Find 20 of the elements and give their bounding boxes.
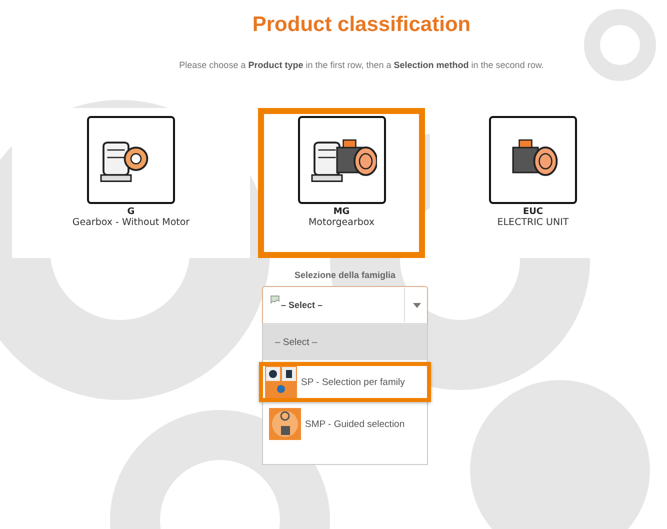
family-icon [265, 366, 297, 398]
product-name: Motorgearbox [308, 217, 375, 228]
product-card[interactable]: MG Motorgearbox [258, 108, 425, 258]
dropdown-option[interactable]: – Select – [263, 324, 427, 360]
dropdown-option[interactable]: SMP - Guided selection [263, 404, 427, 444]
guided-selection-icon [269, 408, 301, 440]
product-code: G [127, 207, 135, 217]
product-name: ELECTRIC UNIT [497, 217, 569, 228]
dropdown-value: – Select – [281, 300, 324, 310]
dropdown-option[interactable]: SP - Selection per family [259, 362, 431, 402]
product-card[interactable]: G Gearbox - Without Motor [12, 108, 250, 258]
family-dropdown[interactable]: – Select – [262, 286, 428, 324]
instruction-text: Please choose a Product type in the first row, then a Selection method in the second row. [178, 60, 545, 70]
product-code: MG [333, 207, 350, 217]
field-label: Selezione della famiglia [293, 270, 397, 280]
product-name: Gearbox - Without Motor [72, 217, 190, 228]
page-title: Product classification [251, 12, 472, 38]
broken-image-icon [270, 295, 280, 305]
product-code: EUC [522, 207, 544, 217]
caret-icon [413, 302, 421, 308]
